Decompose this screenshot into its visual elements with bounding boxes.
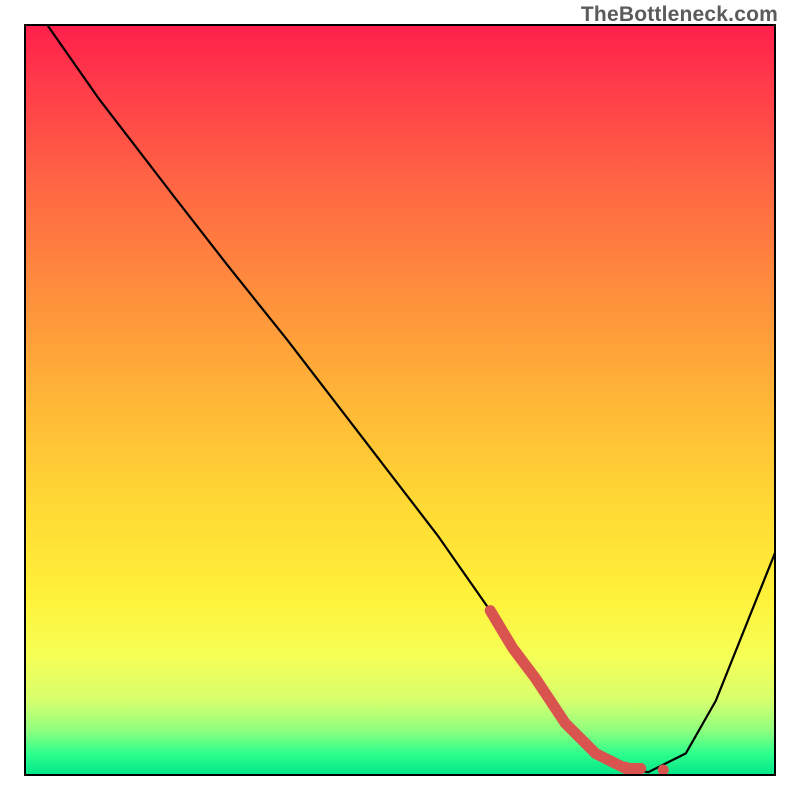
bottleneck-curve-line <box>47 24 776 772</box>
highlight-dot <box>605 756 616 767</box>
plot-area <box>24 24 776 776</box>
chart-container: TheBottleneck.com <box>0 0 800 800</box>
highlight-segment-line <box>490 611 640 769</box>
chart-svg-layer <box>24 24 776 776</box>
highlight-dot <box>620 762 631 773</box>
highlight-dot <box>635 763 646 774</box>
highlight-dot <box>658 765 669 776</box>
